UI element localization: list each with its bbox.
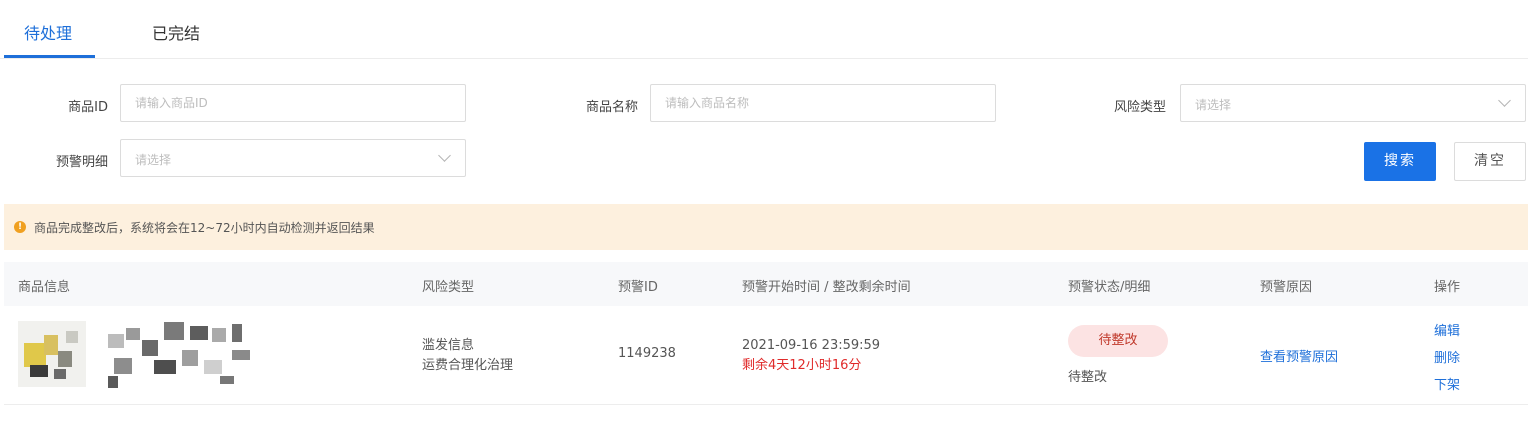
- warning-circle-icon: !: [14, 221, 26, 233]
- table-header: 商品信息 风险类型 预警ID 预警开始时间 / 整改剩余时间 预警状态/明细 预…: [4, 262, 1528, 306]
- time-cell: 2021-09-16 23:59:59 剩余4天12小时16分: [742, 336, 880, 376]
- edit-link[interactable]: 编辑: [1434, 318, 1460, 345]
- start-time: 2021-09-16 23:59:59: [742, 338, 881, 353]
- alert-detail-select[interactable]: 请选择: [120, 139, 466, 177]
- risk-type-placeholder: 请选择: [1195, 98, 1232, 112]
- active-tab-indicator: [4, 55, 95, 58]
- table-row: 滥发信息 运费合理化治理 1149238 2021-09-16 23:59:59…: [4, 306, 1528, 405]
- product-id-input[interactable]: [120, 84, 466, 122]
- risk-type-line: 运费合理化治理: [422, 358, 514, 373]
- chevron-down-icon: [438, 149, 451, 162]
- search-button[interactable]: 搜索: [1364, 142, 1436, 181]
- notice-banner: ! 商品完成整改后，系统将会在12~72小时内自动检测并返回结果: [4, 204, 1528, 250]
- status-detail: 待整改: [1068, 370, 1108, 385]
- header-actions: 操作: [1434, 280, 1461, 295]
- product-name-input[interactable]: [650, 84, 996, 122]
- notice-text: 商品完成整改后，系统将会在12~72小时内自动检测并返回结果: [34, 221, 375, 235]
- tab-completed[interactable]: 已完结: [152, 20, 200, 44]
- product-thumbnail[interactable]: [18, 321, 86, 387]
- header-risk-type: 风险类型: [422, 280, 475, 295]
- risk-type-line: 滥发信息: [422, 338, 475, 353]
- header-status: 预警状态/明细: [1068, 280, 1151, 295]
- remaining-time: 剩余4天12小时16分: [742, 358, 862, 373]
- header-time: 预警开始时间 / 整改剩余时间: [742, 280, 911, 295]
- risk-type-label: 风险类型: [1113, 100, 1166, 115]
- product-title-redacted[interactable]: [100, 320, 268, 390]
- product-name-label: 商品名称: [585, 100, 638, 115]
- clear-button[interactable]: 清空: [1454, 142, 1526, 181]
- delist-link[interactable]: 下架: [1434, 372, 1460, 399]
- alert-detail-placeholder: 请选择: [135, 153, 172, 167]
- actions-cell: 编辑 删除 下架: [1434, 318, 1460, 399]
- risk-type-select[interactable]: 请选择: [1180, 84, 1526, 122]
- alert-id-cell: 1149238: [618, 346, 676, 361]
- risk-type-cell: 滥发信息 运费合理化治理: [422, 336, 513, 376]
- chevron-down-icon: [1498, 94, 1511, 107]
- header-product-info: 商品信息: [18, 280, 71, 295]
- alert-detail-label: 预警明细: [55, 155, 108, 170]
- delete-link[interactable]: 删除: [1434, 345, 1460, 372]
- view-alert-reason-link[interactable]: 查看预警原因: [1260, 346, 1338, 365]
- tab-pending[interactable]: 待处理: [24, 20, 72, 44]
- product-id-label: 商品ID: [68, 100, 108, 115]
- header-reason: 预警原因: [1260, 280, 1313, 295]
- tab-bar: 待处理 已完结: [0, 0, 1528, 59]
- status-badge: 待整改: [1068, 325, 1168, 357]
- header-alert-id: 预警ID: [618, 280, 658, 295]
